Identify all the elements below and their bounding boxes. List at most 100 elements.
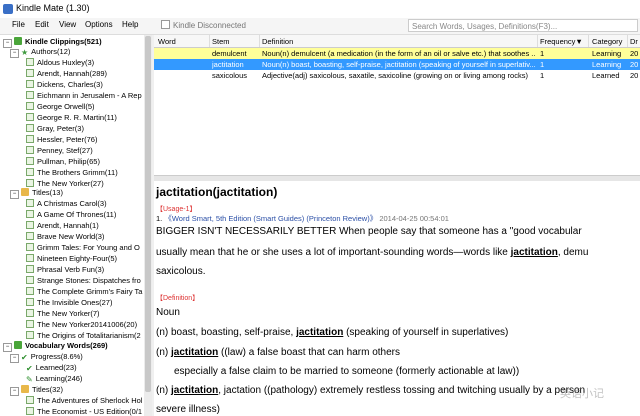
kindle-status: Kindle Disconnected xyxy=(161,20,246,30)
col-definition[interactable]: Definition xyxy=(262,37,293,46)
collapse-icon[interactable]: − xyxy=(10,354,19,363)
tree-item[interactable]: Strange Stones: Dispatches fro xyxy=(26,275,141,286)
document-icon xyxy=(26,168,34,176)
tree-item-label: Brave New World(3) xyxy=(37,232,105,241)
usage-source[interactable]: 1. 《Word Smart, 5th Edition (Smart Guide… xyxy=(156,213,449,224)
tree-item[interactable]: Aldous Huxley(3) xyxy=(26,57,94,68)
tree-progress[interactable]: − ✔ Progress(8.6%) xyxy=(10,351,83,363)
definition-line: especially a false claim to be married t… xyxy=(174,366,520,377)
table-row[interactable]: 1 demulcent demulcent Noun(n) demulcent … xyxy=(154,48,640,59)
document-icon xyxy=(26,320,34,328)
tree-item-label: Pullman, Philip(65) xyxy=(37,157,100,166)
tree-item[interactable]: George Orwell(5) xyxy=(26,101,95,112)
document-icon xyxy=(26,407,34,415)
usage-line: BIGGER ISN'T NECESSARILY BETTER When peo… xyxy=(156,226,582,237)
col-frequency[interactable]: Frequency▼ xyxy=(540,37,583,46)
col-dr[interactable]: Dr xyxy=(630,37,638,46)
tree-item[interactable]: Dickens, Charles(3) xyxy=(26,79,103,90)
document-icon xyxy=(26,309,34,317)
column-divider[interactable] xyxy=(627,35,628,47)
tree-item-label: Eichmann in Jerusalem - A Rep xyxy=(37,91,142,100)
menu-options[interactable]: Options xyxy=(85,20,113,29)
table-row[interactable]: 3 saxicolous saxicolous Adjective(adj) s… xyxy=(154,70,640,81)
library-tree: − Kindle Clippings(521) − ★ Authors(12) Ald… xyxy=(0,35,144,416)
document-icon xyxy=(26,396,34,404)
tree-item[interactable]: Penney, Stef(27) xyxy=(26,145,93,156)
collapse-icon[interactable]: − xyxy=(10,49,19,58)
tree-item[interactable]: Pullman, Philip(65) xyxy=(26,156,100,167)
tree-item[interactable]: The Complete Grimm's Fairy Ta xyxy=(26,286,142,297)
tree-item[interactable]: Nineteen Eighty-Four(5) xyxy=(26,253,117,264)
column-divider[interactable] xyxy=(259,35,260,47)
tree-scrollbar-thumb[interactable] xyxy=(145,36,151,392)
progress-icon: ✔ xyxy=(21,353,28,362)
tree-item-label: A Christmas Carol(3) xyxy=(37,199,107,208)
definition-tag: 【Definition】 xyxy=(156,295,200,302)
tree-item-label: Hessler, Peter(76) xyxy=(37,135,98,144)
word-heading: jactitation(jactitation) xyxy=(156,185,278,199)
tree-item[interactable]: The New Yorker20141006(20) xyxy=(26,319,137,330)
cell-dr: 20 xyxy=(630,71,639,80)
menu-edit[interactable]: Edit xyxy=(35,20,49,29)
tree-item[interactable]: Grimm Tales: For Young and O xyxy=(26,242,140,253)
document-icon xyxy=(26,157,34,165)
col-word[interactable]: Word xyxy=(158,37,176,46)
tree-item[interactable]: The Invisible Ones(27) xyxy=(26,297,112,308)
tree-item-label: The Invisible Ones(27) xyxy=(37,298,113,307)
column-divider[interactable] xyxy=(588,35,589,47)
tree-item[interactable]: The New Yorker(7) xyxy=(26,308,100,319)
menu-help[interactable]: Help xyxy=(122,20,138,29)
tree-item-label: Penney, Stef(27) xyxy=(37,146,93,155)
cell-dr: 20 xyxy=(630,49,639,58)
column-divider[interactable] xyxy=(209,35,210,47)
book-icon xyxy=(14,341,22,349)
document-icon xyxy=(26,298,34,306)
document-icon xyxy=(26,58,34,66)
document-icon xyxy=(26,113,34,121)
document-icon xyxy=(26,91,34,99)
tree-item-label: A Game Of Thrones(11) xyxy=(37,210,117,219)
menu-file[interactable]: File xyxy=(12,20,25,29)
tree-item-learning[interactable]: ✎ Learning(246) xyxy=(26,373,82,384)
tree-item-learned[interactable]: ✔ Learned(23) xyxy=(26,362,77,373)
tree-item-label: Grimm Tales: For Young and O xyxy=(37,243,140,252)
tree-item[interactable]: George R. R. Martin(11) xyxy=(26,112,117,123)
tree-root-vocabulary[interactable]: − Vocabulary Words(269) xyxy=(3,340,108,352)
collapse-icon[interactable]: − xyxy=(10,190,19,199)
col-stem[interactable]: Stem xyxy=(212,37,230,46)
document-icon xyxy=(26,254,34,262)
tree-item-label: Gray, Peter(3) xyxy=(37,124,84,133)
tree-item[interactable]: Eichmann in Jerusalem - A Rep xyxy=(26,90,142,101)
authors-icon: ★ xyxy=(21,48,29,57)
tree-item[interactable]: A Game Of Thrones(11) xyxy=(26,209,116,220)
tree-vocab-title-item[interactable]: The Adventures of Sherlock Hol xyxy=(26,395,142,406)
tree-item-label: The New Yorker(7) xyxy=(37,309,100,318)
search-input[interactable]: Search Words, Usages, Definitions(F3)... xyxy=(408,19,638,32)
cell-frequency: 1 xyxy=(540,49,545,58)
check-icon: ✎ xyxy=(26,375,33,384)
document-icon xyxy=(26,265,34,273)
tree-item[interactable]: Hessler, Peter(76) xyxy=(26,134,97,145)
document-icon xyxy=(26,69,34,77)
tree-item-label: Aldous Huxley(3) xyxy=(37,58,95,67)
table-row[interactable]: 2 jactitation jactitation Noun(n) boast,… xyxy=(154,59,640,70)
tree-vocab-title-item[interactable]: The Economist - US Edition(0/1 xyxy=(26,406,142,416)
column-divider[interactable] xyxy=(537,35,538,47)
tree-item[interactable]: Gray, Peter(3) xyxy=(26,123,84,134)
tree-item-label: The Complete Grimm's Fairy Ta xyxy=(37,287,143,296)
tree-item[interactable]: Arendt, Hannah(1) xyxy=(26,220,99,231)
title-bar: Kindle Mate (1.30) xyxy=(0,0,640,18)
tree-item[interactable]: Phrasal Verb Fun(3) xyxy=(26,264,104,275)
tree-titles[interactable]: − Titles(13) xyxy=(10,187,63,199)
folder-icon xyxy=(21,188,29,196)
tree-authors[interactable]: − ★ Authors(12) xyxy=(10,46,70,58)
cell-category: Learning xyxy=(592,60,622,69)
tree-item[interactable]: A Christmas Carol(3) xyxy=(26,198,107,209)
col-category[interactable]: Category xyxy=(592,37,622,46)
collapse-icon[interactable]: − xyxy=(10,387,19,396)
menu-view[interactable]: View xyxy=(59,20,76,29)
tree-item[interactable]: Arendt, Hannah(289) xyxy=(26,68,107,79)
tree-item[interactable]: The Brothers Grimm(11) xyxy=(26,167,118,178)
tree-vocab-titles[interactable]: − Titles(32) xyxy=(10,384,63,396)
tree-item[interactable]: Brave New World(3) xyxy=(26,231,104,242)
